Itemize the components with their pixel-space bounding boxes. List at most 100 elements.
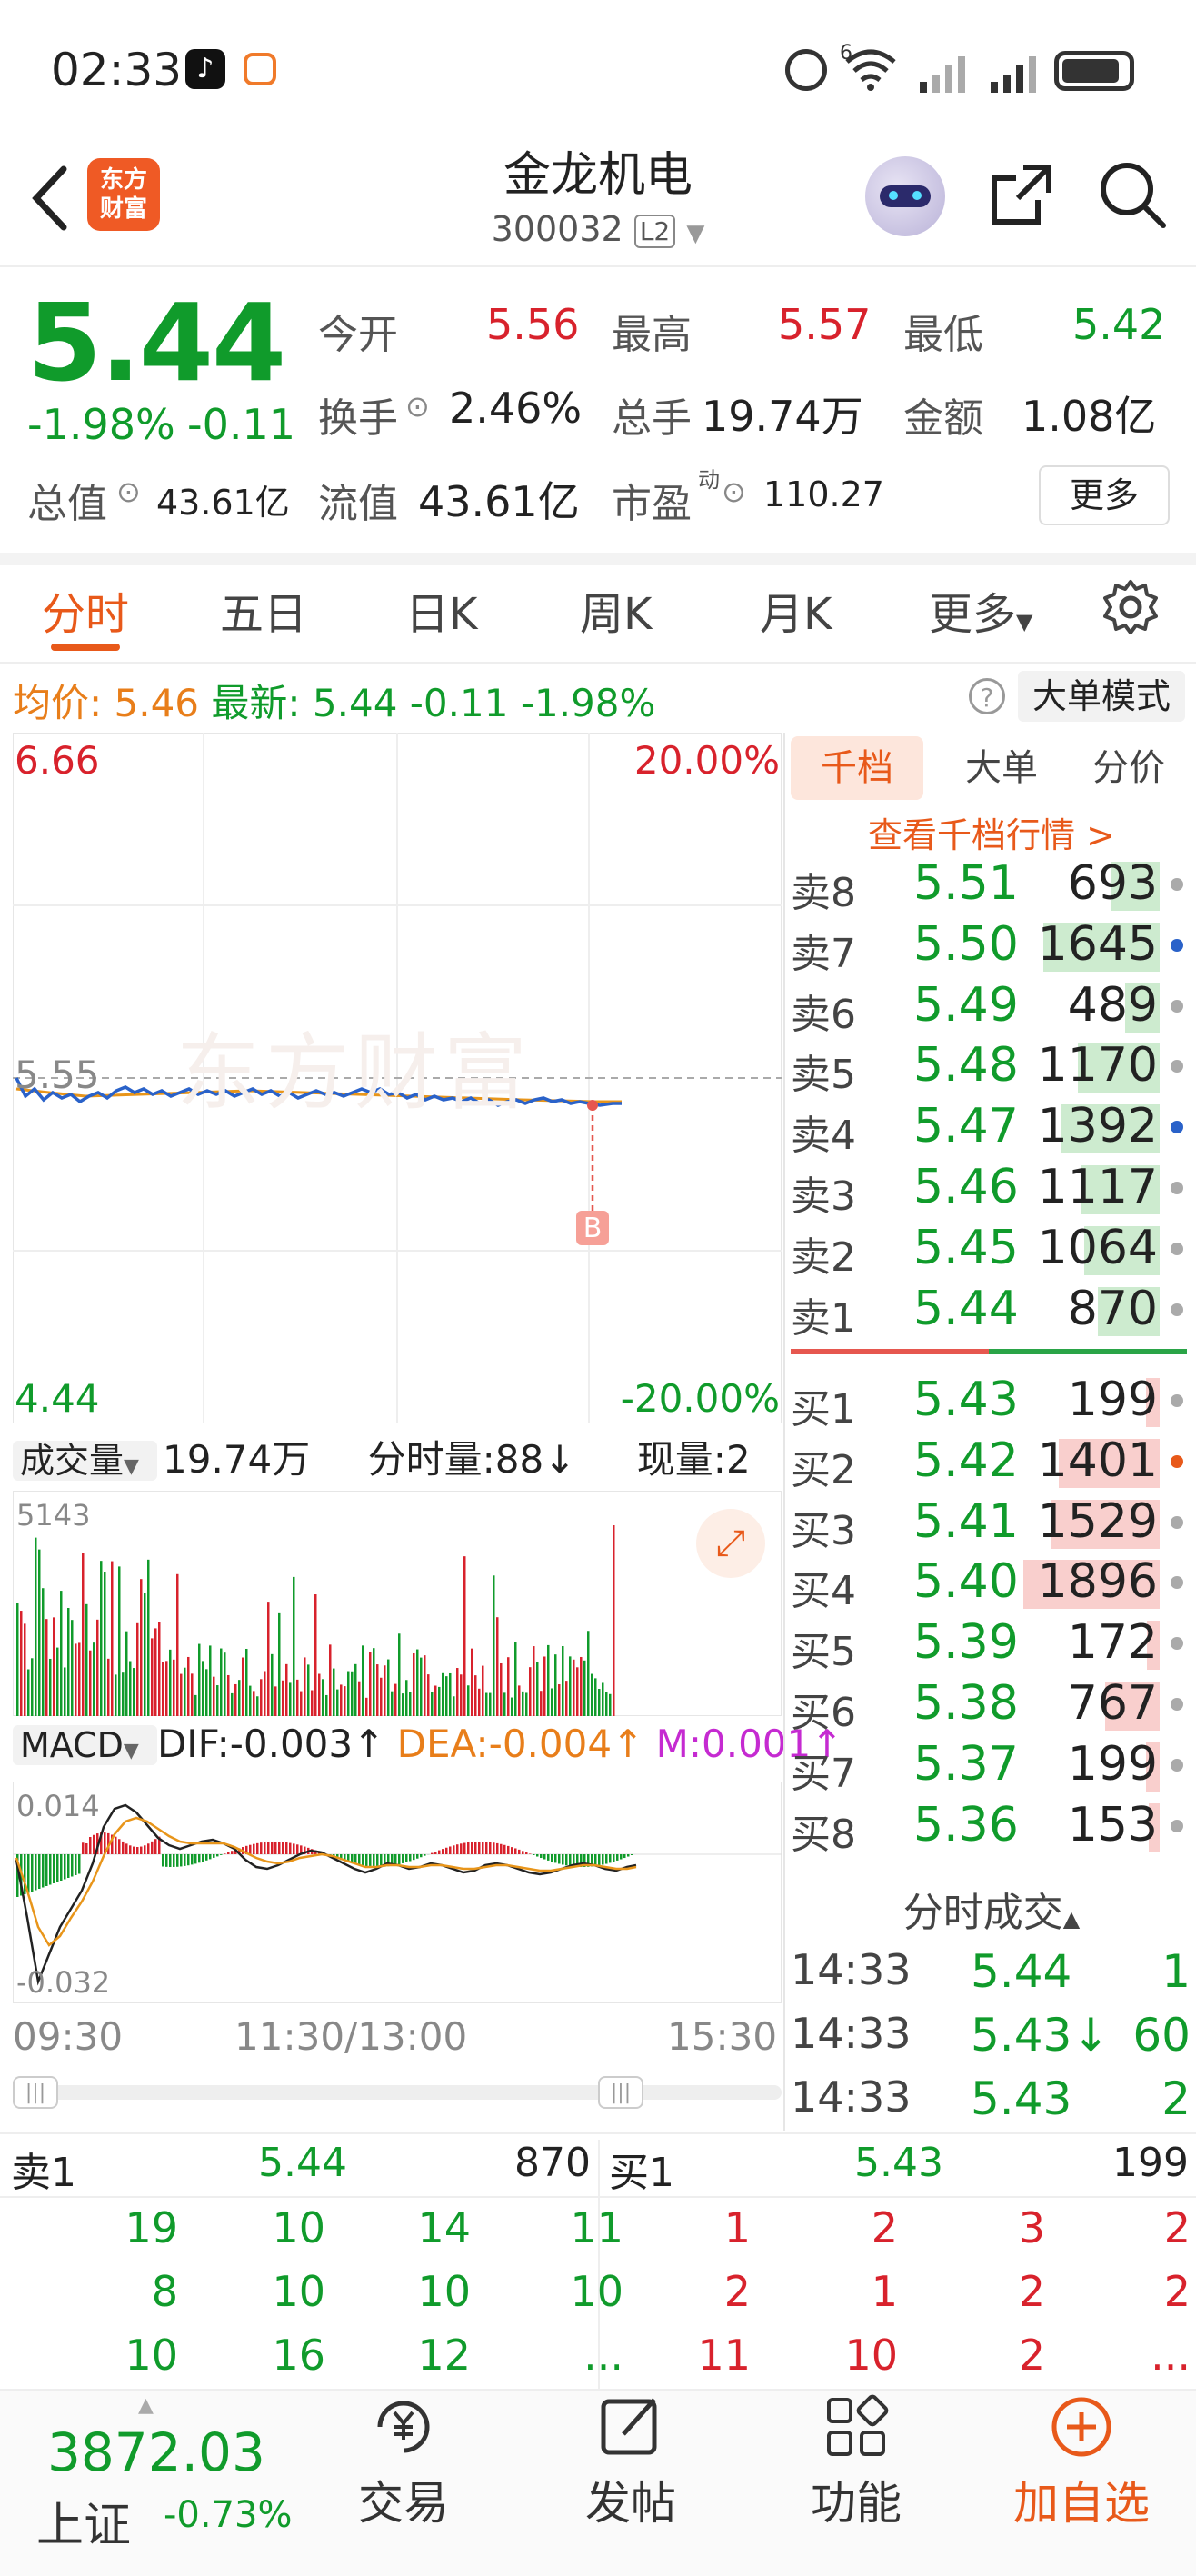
sell-level-price: 5.49 — [913, 978, 1019, 1033]
volume-bar — [271, 1654, 274, 1716]
sell-level-price: 5.47 — [913, 1099, 1019, 1153]
range-slider-handle-right[interactable]: ||| — [598, 2076, 643, 2109]
sell-level-3[interactable]: 卖35.461117 — [791, 1158, 1191, 1218]
volume-bar — [314, 1594, 317, 1716]
buy-marker[interactable]: B — [576, 1213, 609, 1244]
sell-queue-cell: 14 — [334, 2203, 471, 2252]
share-icon[interactable] — [987, 160, 1056, 233]
trade-row: 14:335.43↓60 — [791, 2009, 1191, 2069]
volume-bar — [460, 1674, 463, 1716]
tab-daily-k[interactable]: 日K — [405, 578, 477, 642]
tab-weekly-k[interactable]: 周K — [580, 578, 652, 642]
trade-time: 14:33 — [791, 1945, 912, 1994]
big-order-mode-button[interactable]: 大单模式 — [1018, 671, 1185, 722]
macd-bar — [173, 1854, 175, 1867]
volume-bar — [391, 1692, 394, 1716]
settings-gear-icon[interactable] — [1101, 578, 1160, 640]
info-icon[interactable]: ⊙ — [405, 389, 430, 424]
volume-bar — [220, 1649, 223, 1716]
tab-monthly-k[interactable]: 月K — [760, 578, 832, 642]
trades-title[interactable]: 分时成交▲ — [787, 1880, 1196, 1938]
volume-bar — [238, 1680, 241, 1716]
macd-bar — [205, 1854, 208, 1861]
sell-level-8[interactable]: 卖85.51693 — [791, 854, 1191, 914]
buy-level-3[interactable]: 买35.411529 — [791, 1493, 1191, 1553]
volume-bar — [496, 1617, 499, 1716]
buy-queue-cell: 10 — [762, 2331, 898, 2380]
amount-label: 金额 — [903, 385, 983, 444]
volume-bar — [347, 1672, 350, 1716]
search-icon[interactable] — [1096, 158, 1169, 235]
buy-level-1[interactable]: 买15.43199 — [791, 1371, 1191, 1431]
info-icon[interactable]: ⊙ — [722, 474, 746, 509]
level-indicator-dot — [1171, 1121, 1183, 1133]
volume-selector[interactable]: 成交量▼ — [13, 1441, 157, 1481]
sell-level-volume: 1064 — [1038, 1221, 1158, 1275]
macd-bar — [562, 1854, 564, 1864]
buy-level-6[interactable]: 买65.38767 — [791, 1674, 1191, 1734]
nav-functions[interactable]: 功能 — [765, 2391, 947, 2532]
sell-level-6[interactable]: 卖65.49489 — [791, 976, 1191, 1036]
macd-bar — [365, 1854, 368, 1866]
buy-level-5[interactable]: 买55.39172 — [791, 1613, 1191, 1673]
intraday-chart[interactable]: 东方财富 B 6.66 20.00% 5.55 4.44 -20.00% — [13, 733, 782, 1423]
tab-more[interactable]: 更多▼ — [929, 578, 1032, 642]
orderbook-divider — [791, 1349, 1187, 1354]
info-icon[interactable]: ⊙ — [116, 474, 141, 509]
volume-bar — [594, 1678, 597, 1716]
nav-add-watchlist[interactable]: 加自选 — [991, 2391, 1172, 2532]
tab-intraday[interactable]: 分时 — [42, 578, 129, 642]
stock-code-selector[interactable]: 300032 L2 ▼ — [400, 209, 796, 249]
help-icon[interactable]: ? — [969, 678, 1005, 714]
macd-dea: DEA:-0.004↑ — [397, 1722, 644, 1766]
volume-bar — [529, 1667, 532, 1716]
more-button[interactable]: 更多 — [1039, 465, 1170, 525]
open-value: 5.56 — [486, 300, 579, 349]
tab-thousand-levels[interactable]: 千档 — [791, 736, 923, 800]
macd-bar — [507, 1846, 510, 1854]
nav-trade[interactable]: 交易 — [313, 2391, 494, 2532]
macd-selector[interactable]: MACD▼ — [13, 1725, 157, 1765]
index-widget[interactable]: ▲ 3872.03 上证 -0.73% — [18, 2400, 318, 2563]
tab-five-day[interactable]: 五日 — [220, 578, 307, 642]
signal-icon-2 — [989, 55, 1040, 96]
volume-bar — [514, 1642, 517, 1716]
nav-post[interactable]: 发帖 — [540, 2391, 722, 2532]
volume-bar — [493, 1575, 495, 1716]
level-indicator-dot — [1171, 1516, 1183, 1529]
range-slider-handle-left[interactable]: ||| — [13, 2076, 58, 2109]
robot-assistant-icon[interactable] — [865, 156, 945, 236]
macd-bar — [162, 1854, 164, 1867]
sell-level-5[interactable]: 卖55.481170 — [791, 1036, 1191, 1096]
sell-level-1[interactable]: 卖15.44870 — [791, 1280, 1191, 1340]
volume-bar — [96, 1620, 99, 1716]
sell-level-2[interactable]: 卖25.451064 — [791, 1219, 1191, 1279]
level-indicator-dot — [1171, 1576, 1183, 1589]
macd-bar — [362, 1854, 364, 1866]
tab-big-orders[interactable]: 大单 — [947, 736, 1056, 800]
macd-bar — [213, 1854, 215, 1858]
macd-bar — [271, 1842, 274, 1854]
buy-level-7[interactable]: 买75.37199 — [791, 1735, 1191, 1795]
volume-bar — [60, 1591, 63, 1716]
buy-level-8[interactable]: 买85.36153 — [791, 1796, 1191, 1856]
expand-icon[interactable]: ⤢ — [696, 1509, 765, 1578]
buy-level-2[interactable]: 买25.421401 — [791, 1432, 1191, 1492]
sell-level-7[interactable]: 卖75.501645 — [791, 915, 1191, 975]
add-circle-icon — [1045, 2391, 1118, 2463]
volume-bar — [431, 1692, 434, 1716]
view-thousand-levels-link[interactable]: 查看千档行情 > — [787, 807, 1196, 857]
sell-level-volume: 489 — [1068, 978, 1158, 1033]
tab-price-distribution[interactable]: 分价 — [1074, 736, 1183, 800]
volume-bar — [598, 1689, 601, 1716]
back-button[interactable] — [24, 162, 78, 235]
macd-bar — [514, 1848, 517, 1854]
float-value: 43.61亿 — [418, 469, 580, 529]
pe-superscript: 动 — [698, 462, 720, 494]
macd-bar — [45, 1854, 48, 1886]
macd-bar — [565, 1854, 568, 1865]
sell-level-4[interactable]: 卖45.471392 — [791, 1097, 1191, 1157]
volume-bar — [64, 1667, 66, 1716]
range-slider-track[interactable] — [13, 2085, 782, 2100]
buy-level-4[interactable]: 买45.401896 — [791, 1553, 1191, 1612]
